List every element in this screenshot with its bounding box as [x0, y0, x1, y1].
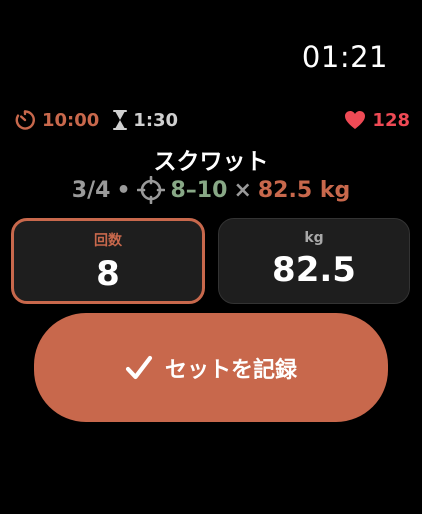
weight-value: 82.5: [272, 250, 356, 290]
hourglass-icon: [113, 110, 128, 130]
record-set-button[interactable]: セットを記録: [34, 313, 388, 422]
record-set-label: セットを記録: [164, 357, 297, 383]
heart-icon: [344, 110, 366, 130]
checkmark-icon: [125, 355, 153, 381]
rest-timer: 10:00: [14, 109, 99, 131]
reps-label: 回数: [94, 233, 122, 249]
set-progress: 3/4: [71, 177, 111, 203]
times-symbol: ×: [233, 177, 252, 203]
separator-dot: •: [116, 177, 131, 203]
reps-field[interactable]: 回数 8: [11, 218, 205, 304]
reps-value: 8: [96, 254, 120, 294]
crosshair-icon: [136, 176, 165, 204]
set-timer-value: 1:30: [133, 109, 179, 131]
rest-timer-value: 10:00: [42, 109, 100, 131]
target-reps: 8–10: [170, 177, 228, 203]
weight-field[interactable]: kg 82.5: [218, 218, 410, 304]
heart-rate-value: 128: [372, 109, 410, 131]
status-row: 10:00 1:30 128: [14, 108, 410, 132]
heart-rate: 128: [344, 110, 410, 131]
clock-time: 01:21: [301, 40, 388, 74]
stopwatch-icon: [14, 109, 36, 131]
exercise-name: スクワット: [153, 149, 269, 175]
set-info: 3/4 • 8–10 × 82.5 kg: [0, 176, 422, 204]
set-timer: 1:30: [113, 110, 178, 131]
target-weight: 82.5 kg: [257, 177, 351, 203]
weight-label: kg: [304, 230, 324, 246]
